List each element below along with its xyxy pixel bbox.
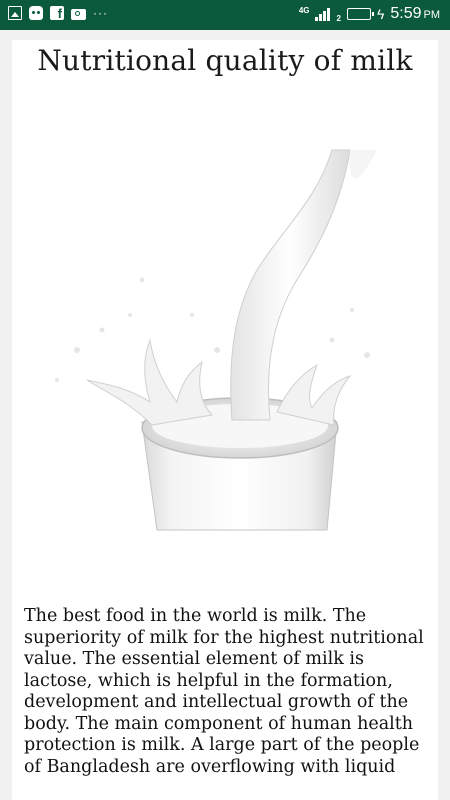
signal-icon xyxy=(315,7,331,21)
facebook-icon: f xyxy=(50,6,64,21)
clock-time: 5:59 xyxy=(390,5,422,22)
article-page[interactable]: Nutritional quality of milk The best foo… xyxy=(12,40,438,800)
system-icons: 4G 2 ϟ 5:59 PM xyxy=(299,5,440,23)
bot-icon xyxy=(29,6,43,20)
network-type: 4G xyxy=(298,5,310,15)
gallery-icon xyxy=(8,6,22,20)
battery-icon xyxy=(346,8,374,20)
clock-ampm: PM xyxy=(423,9,441,21)
status-bar: f ··· 4G 2 ϟ 5:59 PM xyxy=(0,0,450,30)
article-title: Nutritional quality of milk xyxy=(37,44,413,77)
milk-pouring-glass-image xyxy=(55,149,377,531)
charging-icon: ϟ xyxy=(376,6,385,22)
camera-icon xyxy=(71,8,86,20)
article-body: The best food in the world is milk. The … xyxy=(24,606,424,777)
notification-icons: f ··· xyxy=(8,6,108,21)
more-dots-icon: ··· xyxy=(93,6,108,20)
sim-slot: 2 xyxy=(336,13,341,23)
